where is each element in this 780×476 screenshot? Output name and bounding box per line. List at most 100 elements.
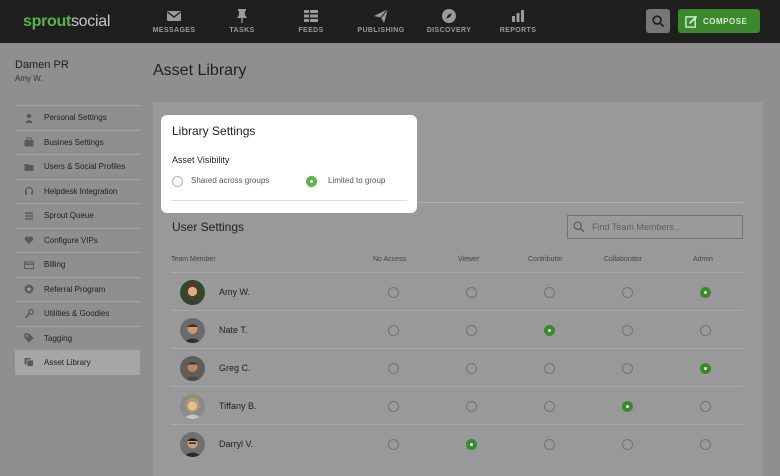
role-radio-viewer[interactable]	[466, 401, 477, 412]
column-header-collaborator: Collaborator	[604, 256, 643, 263]
member-name: Nate T.	[219, 325, 248, 335]
role-radio-admin[interactable]	[700, 439, 711, 450]
column-header-team-member: Team Member	[171, 256, 216, 263]
role-radio-admin[interactable]	[700, 325, 711, 336]
role-radio-contributor[interactable]	[544, 325, 555, 336]
member-name: Amy W.	[219, 287, 250, 297]
sidebar-item-label: Personal Settings	[44, 113, 107, 123]
role-radio-no-access[interactable]	[388, 439, 399, 450]
global-search-button[interactable]	[646, 9, 670, 33]
role-radio-admin[interactable]	[700, 363, 711, 374]
role-radio-no-access[interactable]	[388, 325, 399, 336]
nav-tasks[interactable]: TASKS	[228, 0, 256, 43]
visibility-option-limited[interactable]: Limited to group	[328, 176, 385, 185]
library-icon	[24, 358, 34, 368]
role-radio-viewer[interactable]	[466, 439, 477, 450]
sidebar-item-sprout-queue[interactable]: Sprout Queue	[15, 203, 140, 228]
pin-icon	[237, 9, 247, 23]
role-radio-contributor[interactable]	[544, 439, 555, 450]
sidebar-item-label: Configure VIPs	[44, 235, 98, 245]
role-radio-viewer[interactable]	[466, 287, 477, 298]
sidebar-item-label: Billing	[44, 260, 66, 270]
sidebar-item-billing[interactable]: Billing	[15, 252, 140, 277]
compose-button[interactable]: COMPOSE	[678, 9, 760, 33]
member-name: Greg C.	[219, 363, 251, 373]
sidebar-item-configure-vips[interactable]: Configure VIPs	[15, 227, 140, 253]
role-radio-collaborator[interactable]	[622, 363, 633, 374]
role-radio-admin[interactable]	[700, 287, 711, 298]
role-radio-collaborator[interactable]	[622, 325, 633, 336]
nav-label: REPORTS	[499, 27, 537, 34]
member-name: Darryl V.	[219, 439, 254, 449]
nav-messages[interactable]: MESSAGES	[153, 0, 195, 43]
tag-icon	[24, 333, 34, 343]
nav-discovery[interactable]: DISCOVERY	[426, 0, 472, 43]
sidebar-item-label: Referral Program	[44, 284, 106, 294]
top-navigation-bar: sproutsocial MESSAGES TASKS FEEDS PUBLIS…	[0, 0, 780, 43]
page-title: Asset Library	[153, 62, 247, 79]
team-member-search-input[interactable]: Find Team Members...	[567, 215, 743, 239]
visibility-radio-shared[interactable]	[172, 176, 183, 187]
headset-icon	[24, 187, 34, 196]
settings-sidebar: Personal Settings Busines Settings Users…	[15, 105, 140, 375]
role-radio-contributor[interactable]	[544, 401, 555, 412]
sidebar-item-tagging[interactable]: Tagging	[15, 325, 140, 351]
role-radio-no-access[interactable]	[388, 401, 399, 412]
asset-visibility-label: Asset Visibility	[172, 155, 230, 165]
sidebar-item-label: Asset Library	[44, 357, 91, 367]
table-row: Greg C.	[171, 348, 743, 386]
sidebar-item-personal-settings[interactable]: Personal Settings	[15, 105, 140, 130]
sidebar-item-business-settings[interactable]: Busines Settings	[15, 129, 140, 155]
compass-icon	[442, 9, 456, 23]
nav-publishing[interactable]: PUBLISHING	[356, 0, 406, 43]
table-row: Tiffany B.	[171, 386, 743, 424]
envelope-icon	[167, 11, 181, 21]
role-radio-collaborator[interactable]	[622, 287, 633, 298]
role-radio-contributor[interactable]	[544, 363, 555, 374]
folder-icon	[24, 162, 34, 171]
bar-chart-icon	[512, 10, 524, 22]
star-icon	[24, 284, 34, 294]
nav-reports[interactable]: REPORTS	[500, 0, 536, 43]
search-icon	[651, 14, 664, 27]
library-settings-card: Library Settings Asset Visibility Shared…	[161, 115, 417, 213]
feeds-icon	[304, 10, 318, 22]
compose-label: COMPOSE	[703, 16, 748, 26]
role-radio-contributor[interactable]	[544, 287, 555, 298]
sidebar-item-utilities-goodies[interactable]: Utilities & Goodies	[15, 301, 140, 326]
card-divider	[171, 200, 407, 201]
sidebar-item-helpdesk-integration[interactable]: Helpdesk Integration	[15, 178, 140, 204]
profile-name: Damen PR	[15, 59, 69, 71]
role-radio-collaborator[interactable]	[622, 401, 633, 412]
sidebar-item-label: Busines Settings	[44, 137, 104, 147]
avatar	[180, 318, 205, 343]
visibility-radio-limited[interactable]	[306, 176, 317, 187]
sidebar-item-referral-program[interactable]: Referral Program	[15, 276, 140, 302]
role-radio-viewer[interactable]	[466, 363, 477, 374]
nav-label: PUBLISHING	[357, 27, 405, 34]
person-icon	[24, 113, 34, 123]
nav-label: DISCOVERY	[426, 27, 472, 34]
nav-label: MESSAGES	[152, 27, 196, 34]
role-radio-admin[interactable]	[700, 401, 711, 412]
table-row: Nate T.	[171, 310, 743, 348]
sidebar-item-label: Sprout Queue	[44, 211, 94, 221]
sprout-social-logo[interactable]: sproutsocial	[23, 13, 110, 31]
sidebar-item-label: Helpdesk Integration	[44, 186, 118, 196]
avatar	[180, 394, 205, 419]
visibility-option-shared[interactable]: Shared across groups	[191, 176, 269, 185]
role-radio-collaborator[interactable]	[622, 439, 633, 450]
role-radio-no-access[interactable]	[388, 287, 399, 298]
heart-icon	[24, 236, 34, 245]
queue-icon	[24, 211, 34, 220]
role-radio-no-access[interactable]	[388, 363, 399, 374]
nav-label: TASKS	[229, 27, 255, 34]
column-header-viewer: Viewer	[458, 256, 480, 263]
nav-feeds[interactable]: FEEDS	[296, 0, 326, 43]
avatar	[180, 432, 205, 457]
sidebar-item-asset-library[interactable]: Asset Library	[15, 350, 140, 375]
sidebar-item-users-social-profiles[interactable]: Users & Social Profiles	[15, 154, 140, 179]
table-row: Darryl V.	[171, 424, 743, 462]
profile-user: Amy W.	[15, 74, 43, 83]
role-radio-viewer[interactable]	[466, 325, 477, 336]
